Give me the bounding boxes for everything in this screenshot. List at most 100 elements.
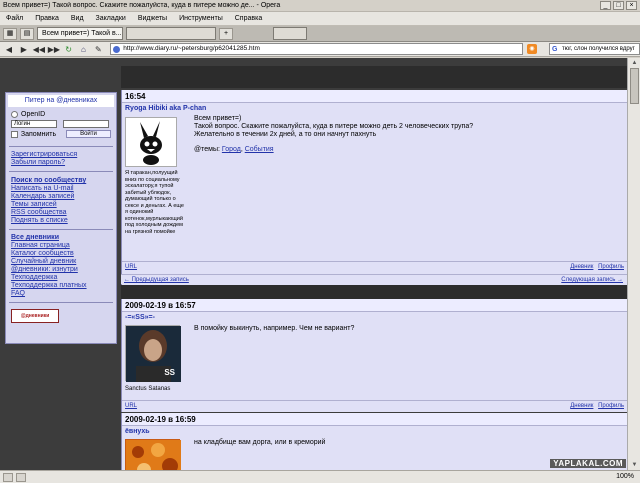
menu-bar: Файл Правка Вид Закладки Виджеты Инструм… xyxy=(0,12,640,26)
community-link[interactable]: Календарь записей xyxy=(11,193,74,200)
view-icon[interactable] xyxy=(16,472,26,482)
edit-icon[interactable]: ✎ xyxy=(92,44,104,55)
reload-icon[interactable]: ↻ xyxy=(63,44,75,55)
community-link[interactable]: Написать на U-mail xyxy=(11,185,74,192)
tab-third[interactable] xyxy=(273,27,307,40)
diary-badge[interactable]: @дневники xyxy=(11,309,59,323)
menu-edit[interactable]: Правка xyxy=(29,15,65,22)
profile-link[interactable]: Профиль xyxy=(598,264,624,270)
address-toolbar: ◀ ▶ ◀◀ ▶▶ ↻ ⌂ ✎ http://www.diary.ru/~pet… xyxy=(0,42,640,57)
address-text: http://www.diary.ru/~petersburg/p6204128… xyxy=(123,45,260,52)
avatar xyxy=(125,117,177,167)
comment-time: 2009-02-19 в 16:59 xyxy=(122,413,627,426)
diary-link[interactable]: Дневник xyxy=(570,403,593,409)
openid-radio[interactable] xyxy=(11,111,18,118)
post-url-link[interactable]: URL xyxy=(125,264,137,270)
topics-label: @темы: xyxy=(194,146,220,153)
diary-link[interactable]: Дневник xyxy=(570,264,593,270)
community-link[interactable]: Поднять в списке xyxy=(11,217,68,224)
prev-post-link[interactable]: ← Предыдущая запись xyxy=(124,275,189,285)
rewind-icon[interactable]: ◀◀ xyxy=(33,44,45,55)
comment-text-line: на кладбище вам дорга, или в креморий xyxy=(194,439,326,446)
avatar-label: SS xyxy=(164,368,175,377)
divider xyxy=(9,146,113,147)
menu-tools[interactable]: Инструменты xyxy=(173,15,229,22)
speed-dial-icon[interactable]: ▦ xyxy=(3,27,17,40)
post-topics: @темы: Город, События xyxy=(194,146,274,153)
scroll-up-icon[interactable]: ▲ xyxy=(630,59,639,67)
rss-icon[interactable]: ◉ xyxy=(527,44,537,54)
fastforward-icon[interactable]: ▶▶ xyxy=(48,44,60,55)
community-title[interactable]: Питер на @дневниках xyxy=(8,95,114,107)
password-field[interactable] xyxy=(63,120,109,128)
tab-second[interactable] xyxy=(126,27,216,40)
login-field[interactable]: Логин xyxy=(11,120,57,128)
avatar xyxy=(125,439,181,470)
community-link[interactable]: RSS сообщества xyxy=(11,209,67,216)
register-link[interactable]: Зарегистрироваться xyxy=(11,151,77,158)
comment-text-line: В помойку выкинуть, например. Чем не вар… xyxy=(194,325,355,332)
window-titlebar: Всем привет=) Такой вопрос. Скажите пожа… xyxy=(0,0,640,12)
menu-help[interactable]: Справка xyxy=(229,15,268,22)
post: 16:54 Ryoga Hibiki aka P-chan Я таракан,… xyxy=(121,90,627,295)
comment-author[interactable]: -=«SS»=- xyxy=(122,312,627,323)
avatar-caption: Sanctus Satanas xyxy=(125,386,171,392)
divider xyxy=(9,171,113,172)
comment-author[interactable]: ёвнухь xyxy=(122,426,627,437)
back-icon[interactable]: ◀ xyxy=(3,44,15,55)
address-input[interactable]: http://www.diary.ru/~petersburg/p6204128… xyxy=(110,43,524,55)
forward-icon[interactable]: ▶ xyxy=(18,44,30,55)
post-text-line: Всем привет=) xyxy=(194,115,242,122)
forgot-password-link[interactable]: Забыли пароль? xyxy=(11,159,65,166)
vertical-scrollbar[interactable]: ▲ ▼ xyxy=(627,58,640,470)
diaries-link[interactable]: FAQ xyxy=(11,290,25,297)
search-engine-icon: G xyxy=(551,46,558,53)
tab-menu-icon[interactable]: ▤ xyxy=(20,27,34,40)
post-text-line: Такой вопрос. Скажите пожалуйста, куда в… xyxy=(194,123,474,130)
menu-file[interactable]: Файл xyxy=(0,15,29,22)
zoom-level[interactable]: 100% xyxy=(616,473,634,480)
close-icon[interactable]: × xyxy=(626,1,637,10)
diaries-link[interactable]: Техподдержка платных xyxy=(11,282,87,289)
watermark-logo: YAPLAKAL.COM xyxy=(550,459,626,468)
search-input[interactable]: G тюг, слон получился вдруг xyxy=(548,43,640,55)
tab-bar: ▦ ▤ Всем привет=) Такой в... + xyxy=(0,26,640,42)
comment-url-link[interactable]: URL xyxy=(125,403,137,409)
community-link[interactable]: Темы записей xyxy=(11,201,57,208)
home-icon[interactable]: ⌂ xyxy=(78,44,90,55)
header-strip xyxy=(121,66,627,88)
diaries-link[interactable]: Техподдержка xyxy=(11,274,57,281)
minimize-icon[interactable]: _ xyxy=(600,1,611,10)
maximize-icon[interactable]: □ xyxy=(613,1,624,10)
status-bar: 100% xyxy=(0,470,640,483)
community-search-link[interactable]: Поиск по сообществу xyxy=(11,177,111,185)
diaries-link[interactable]: Случайный дневник xyxy=(11,258,76,265)
divider xyxy=(9,229,113,230)
post-navigation: ← Предыдущая запись Следующая запись → xyxy=(121,274,627,284)
login-button[interactable]: Войти xyxy=(65,130,111,138)
remember-checkbox[interactable] xyxy=(11,130,18,138)
tab-active[interactable]: Всем привет=) Такой в... xyxy=(37,27,123,40)
post-author[interactable]: Ryoga Hibiki aka P-chan xyxy=(122,103,627,114)
tab-title: Всем привет=) Такой в... xyxy=(42,30,122,37)
scroll-down-icon[interactable]: ▼ xyxy=(630,461,639,469)
topic-link[interactable]: События xyxy=(245,146,274,153)
panel-toggle-icon[interactable] xyxy=(3,472,13,482)
diaries-link[interactable]: @дневники: изнутри xyxy=(11,266,78,273)
topic-link[interactable]: Город xyxy=(222,146,241,153)
diaries-link[interactable]: Главная страница xyxy=(11,242,70,249)
all-diaries-link[interactable]: Все дневники xyxy=(11,234,111,242)
new-tab-icon[interactable]: + xyxy=(219,27,233,40)
menu-view[interactable]: Вид xyxy=(65,15,90,22)
post-time: 16:54 xyxy=(122,90,627,103)
diaries-link[interactable]: Каталог сообществ xyxy=(11,250,74,257)
menu-bookmarks[interactable]: Закладки xyxy=(90,15,132,22)
separator-strip xyxy=(121,285,627,299)
next-post-link[interactable]: Следующая запись → xyxy=(561,275,623,285)
avatar: SS xyxy=(125,325,181,382)
post-footer: URL Дневник Профиль xyxy=(122,261,627,271)
profile-link[interactable]: Профиль xyxy=(598,403,624,409)
scroll-thumb[interactable] xyxy=(630,68,639,104)
pattern-avatar-image xyxy=(126,440,181,470)
menu-widgets[interactable]: Виджеты xyxy=(132,15,173,22)
